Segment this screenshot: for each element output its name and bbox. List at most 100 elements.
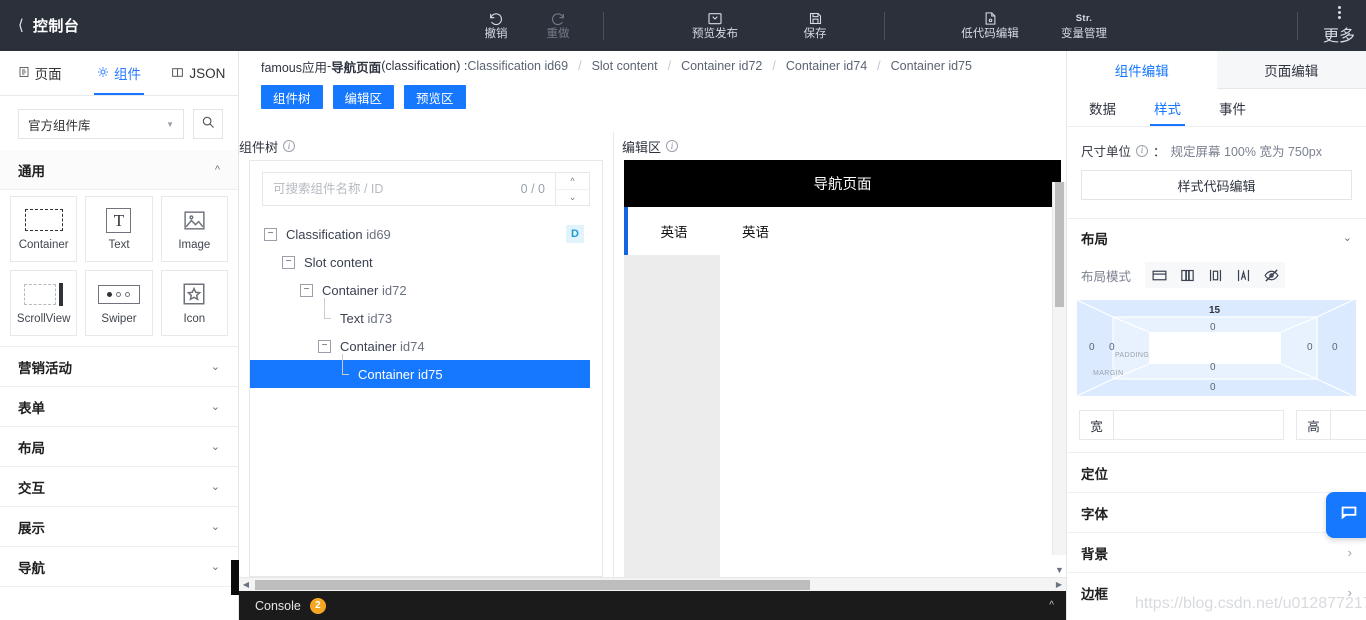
console-bar[interactable]: Console 2 ^ <box>239 591 1066 620</box>
tab-pages[interactable]: 页面 <box>0 51 79 95</box>
toggle-preview-area-button[interactable]: 预览区 <box>404 85 466 109</box>
tab-page-edit[interactable]: 页面编辑 <box>1216 51 1366 89</box>
component-container[interactable]: Container <box>10 196 78 262</box>
tree-node-slot-content[interactable]: − Slot content <box>250 248 602 276</box>
height-input[interactable] <box>1331 411 1366 439</box>
chevron-down-icon[interactable]: ⌄ <box>1343 231 1352 244</box>
tree-node-text-id73[interactable]: Text id73 <box>250 297 602 332</box>
search-prev-button[interactable]: ^ <box>556 173 589 190</box>
tree-search-input[interactable] <box>263 173 521 205</box>
style-code-edit-button[interactable]: 样式代码编辑 <box>1081 170 1352 200</box>
group-header-marketing[interactable]: 营销活动 ⌄ <box>0 347 238 387</box>
breadcrumb-sep: / <box>772 59 776 73</box>
tab-components[interactable]: 组件 <box>79 51 158 95</box>
preview-publish-button[interactable]: 预览发布 <box>684 0 746 51</box>
right-panel-subtabs: 数据 样式 事件 <box>1067 89 1366 127</box>
info-icon[interactable]: i <box>1136 144 1149 157</box>
tab-component-edit[interactable]: 组件编辑 <box>1067 51 1217 89</box>
redo-button[interactable]: 重做 <box>527 0 589 51</box>
width-field[interactable]: 宽 <box>1079 410 1284 440</box>
search-next-button[interactable]: ⌄ <box>556 190 589 206</box>
variable-manage-button[interactable]: Str. 变量管理 <box>1045 0 1123 51</box>
block-icon[interactable] <box>1145 262 1173 288</box>
breadcrumb-item-2[interactable]: Container id72 <box>681 59 762 73</box>
info-icon[interactable]: i <box>666 140 679 152</box>
chevron-up-icon[interactable]: ^ <box>1049 600 1054 611</box>
tree-toggle-minus-icon[interactable]: − <box>318 339 331 353</box>
margin-left-value[interactable]: 0 <box>1089 342 1095 353</box>
breadcrumb-item-0[interactable]: Classification id69 <box>467 59 568 73</box>
toggle-component-tree-button[interactable]: 组件树 <box>261 85 323 109</box>
section-border[interactable]: 边框 › <box>1067 572 1366 612</box>
group-header-general[interactable]: 通用 ^ <box>0 150 238 190</box>
canvas[interactable]: 导航页面 英语 英语 英语 <box>624 160 1066 577</box>
subtab-data[interactable]: 数据 <box>1089 89 1116 126</box>
subtab-events[interactable]: 事件 <box>1219 89 1246 126</box>
padding-left-value[interactable]: 0 <box>1109 342 1115 353</box>
subtab-style[interactable]: 样式 <box>1150 89 1185 126</box>
breadcrumb-item-3[interactable]: Container id74 <box>786 59 867 73</box>
tree-node-container-id74[interactable]: − Container id74 <box>250 332 602 360</box>
scrollbar-thumb[interactable] <box>1055 182 1064 307</box>
undo-button[interactable]: 撤销 <box>465 0 527 51</box>
margin-right-value[interactable]: 0 <box>1332 342 1338 353</box>
breadcrumb-item-4[interactable]: Container id75 <box>891 59 972 73</box>
search-button[interactable] <box>193 109 223 139</box>
canvas-vertical-scrollbar[interactable]: ▼ <box>1052 182 1066 575</box>
toggle-edit-area-button[interactable]: 编辑区 <box>332 85 395 109</box>
padding-right-value[interactable]: 0 <box>1307 342 1313 353</box>
hscroll-thumb[interactable] <box>255 579 810 590</box>
padding-top-value[interactable]: 0 <box>1210 322 1216 333</box>
flex-row-icon[interactable] <box>1173 262 1201 288</box>
tree-node-classification-id69[interactable]: − Classification id69 D <box>250 220 602 248</box>
save-button[interactable]: 保存 <box>784 0 846 51</box>
component-library-select[interactable]: 官方组件库 ▼ <box>18 109 184 139</box>
tree-toggle-minus-icon[interactable]: − <box>300 283 313 297</box>
component-swiper[interactable]: Swiper <box>85 270 153 336</box>
hscroll-track[interactable] <box>253 579 1052 590</box>
inline-icon[interactable] <box>1229 262 1257 288</box>
group-header-display[interactable]: 展示 ⌄ <box>0 507 238 547</box>
padding-bottom-value[interactable]: 0 <box>1210 362 1216 373</box>
component-icon-label: Icon <box>183 313 206 325</box>
lowcode-edit-button[interactable]: 低代码编辑 <box>951 0 1029 51</box>
tree-toggle-minus-icon[interactable]: − <box>282 255 295 269</box>
margin-top-value[interactable]: 15 <box>1209 305 1220 316</box>
scroll-down-arrow-icon[interactable]: ▼ <box>1053 565 1066 575</box>
scroll-left-arrow-icon[interactable]: ◀ <box>239 580 253 589</box>
width-input[interactable] <box>1114 411 1283 439</box>
tree-node-container-id72[interactable]: − Container id72 <box>250 276 602 304</box>
more-button[interactable]: 更多 <box>1312 0 1366 51</box>
tree-toggle-minus-icon[interactable]: − <box>264 227 277 241</box>
component-scrollview[interactable]: ScrollView <box>10 270 78 336</box>
info-icon[interactable]: i <box>283 140 296 152</box>
margin-bottom-value[interactable]: 0 <box>1210 382 1216 393</box>
breadcrumb-item-1[interactable]: Slot content <box>592 59 658 73</box>
breadcrumb-sep: / <box>667 59 672 73</box>
component-text[interactable]: T Text <box>85 196 153 262</box>
group-header-layout[interactable]: 布局 ⌄ <box>0 427 238 467</box>
canvas-tab-english[interactable]: 英语 <box>624 207 720 255</box>
canvas-nav-title: 导航页面 <box>813 177 872 193</box>
back-to-console-button[interactable]: ⟨ 控制台 <box>0 0 240 51</box>
section-position[interactable]: 定位 <box>1067 452 1366 492</box>
group-header-navigation[interactable]: 导航 ⌄ <box>0 547 238 587</box>
flex-center-icon[interactable] <box>1201 262 1229 288</box>
tab-json[interactable]: JSON <box>159 51 238 95</box>
chat-support-button[interactable] <box>1326 492 1366 538</box>
layout-section-header[interactable]: 布局 ⌄ <box>1067 218 1366 256</box>
group-header-interaction[interactable]: 交互 ⌄ <box>0 467 238 507</box>
group-header-form[interactable]: 表单 ⌄ <box>0 387 238 427</box>
section-font[interactable]: 字体 › <box>1067 492 1366 532</box>
box-model-diagram[interactable]: 15 0 0 0 0 0 0 0 PADDING MARGIN <box>1077 300 1356 396</box>
height-field[interactable]: 高 <box>1296 410 1366 440</box>
canvas-horizontal-scrollbar[interactable]: ◀ ▶ <box>239 577 1066 591</box>
component-groups-scroll[interactable]: 通用 ^ Container T Text Image ScrollView S… <box>0 150 238 620</box>
tree-node-container-id75[interactable]: Container id75 <box>250 353 590 388</box>
left-panel-scrollbar[interactable] <box>231 560 239 595</box>
scroll-right-arrow-icon[interactable]: ▶ <box>1052 580 1066 589</box>
component-icon[interactable]: Icon <box>160 270 228 336</box>
hidden-eye-icon[interactable] <box>1257 262 1285 288</box>
component-image[interactable]: Image <box>160 196 228 262</box>
section-background[interactable]: 背景 › <box>1067 532 1366 572</box>
